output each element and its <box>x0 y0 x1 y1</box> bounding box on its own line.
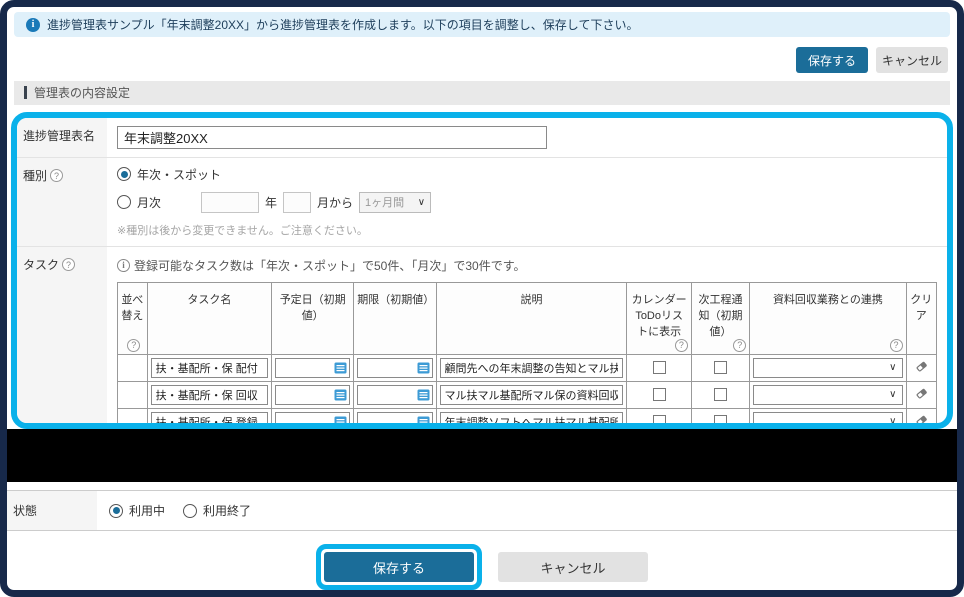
collection-link-select[interactable]: ∨ <box>753 358 902 378</box>
calendar-icon <box>334 361 347 374</box>
sort-cell[interactable] <box>118 408 148 429</box>
col-calendar-todo: カレンダーToDoリストに表示? <box>627 282 691 354</box>
page-frame: i 進捗管理表サンプル「年末調整20XX」から進捗管理表を作成します。以下の項目… <box>0 0 964 597</box>
next-process-checkbox[interactable] <box>714 388 727 401</box>
radio-annual-spot[interactable] <box>117 167 131 181</box>
description-input[interactable] <box>440 385 624 405</box>
planned-date-input[interactable] <box>275 385 350 405</box>
calendar-todo-checkbox[interactable] <box>653 415 666 428</box>
radio-ended-label: 利用終了 <box>203 502 251 519</box>
radio-active-label: 利用中 <box>129 502 165 519</box>
section-title: 管理表の内容設定 <box>34 84 130 101</box>
chevron-down-icon: ∨ <box>889 416 896 427</box>
task-table-row: ∨ <box>118 381 937 408</box>
redacted-area <box>7 429 957 482</box>
calendar-todo-checkbox[interactable] <box>653 388 666 401</box>
next-process-checkbox[interactable] <box>714 415 727 428</box>
deadline-input[interactable] <box>357 412 432 429</box>
status-row: 状態 利用中 利用終了 <box>7 490 957 531</box>
calendar-icon <box>417 388 430 401</box>
info-banner: i 進捗管理表サンプル「年末調整20XX」から進捗管理表を作成します。以下の項目… <box>14 12 950 37</box>
month-suffix: 月から <box>317 194 353 211</box>
task-label: タスク? <box>17 247 107 429</box>
save-button-highlight: 保存する <box>316 544 482 590</box>
task-table-row: ∨ <box>118 354 937 381</box>
collection-link-help-icon[interactable]: ? <box>890 339 903 352</box>
planned-date-input[interactable] <box>275 412 350 429</box>
next-process-checkbox[interactable] <box>714 361 727 374</box>
sort-cell[interactable] <box>118 381 148 408</box>
calendar-todo-checkbox[interactable] <box>653 361 666 374</box>
deadline-input[interactable] <box>357 385 432 405</box>
type-row: 種別? 年次・スポット 月次 年 月から 1ヶ月間 ∨ <box>17 158 947 247</box>
task-help-icon[interactable]: ? <box>62 258 75 271</box>
info-icon: i <box>26 18 40 32</box>
col-sort: 並べ替え? <box>118 282 148 354</box>
name-label: 進捗管理表名 <box>17 118 107 157</box>
cancel-button-top[interactable]: キャンセル <box>876 47 948 73</box>
radio-monthly-label: 月次 <box>137 194 161 211</box>
deadline-input[interactable] <box>357 358 432 378</box>
planned-date-input[interactable] <box>275 358 350 378</box>
task-table: 並べ替え? タスク名 予定日（初期値） 期限（初期値） 説明 カレンダーToDo… <box>117 282 937 429</box>
highlighted-form-area: 進捗管理表名 種別? 年次・スポット 月次 年 月か <box>11 112 953 429</box>
eraser-icon[interactable] <box>915 360 928 373</box>
year-input[interactable] <box>201 192 259 213</box>
task-name-input[interactable] <box>151 385 268 405</box>
duration-select[interactable]: 1ヶ月間 ∨ <box>359 192 431 213</box>
col-description: 説明 <box>436 282 627 354</box>
task-row: タスク? i 登録可能なタスク数は「年次・スポット」で50件、「月次」で30件で… <box>17 247 947 429</box>
col-deadline: 期限（初期値） <box>354 282 436 354</box>
section-header-bar <box>24 86 27 99</box>
cancel-button-bottom[interactable]: キャンセル <box>498 552 648 582</box>
calendar-icon <box>334 415 347 428</box>
col-planned-date: 予定日（初期値） <box>272 282 354 354</box>
calendar-icon <box>417 361 430 374</box>
col-task-name: タスク名 <box>147 282 271 354</box>
type-note: ※種別は後から変更できません。ご注意ください。 <box>117 222 937 238</box>
eraser-icon[interactable] <box>915 414 928 427</box>
type-help-icon[interactable]: ? <box>50 169 63 182</box>
radio-ended[interactable] <box>183 504 197 518</box>
task-table-row: ∨ <box>118 408 937 429</box>
management-table-name-input[interactable] <box>117 126 547 149</box>
col-clear: クリア <box>906 282 937 354</box>
task-name-input[interactable] <box>151 358 268 378</box>
task-count-info: i 登録可能なタスク数は「年次・スポット」で50件、「月次」で30件です。 <box>117 257 937 274</box>
chevron-down-icon: ∨ <box>418 197 425 208</box>
type-label: 種別? <box>17 158 107 246</box>
chevron-down-icon: ∨ <box>889 389 896 400</box>
status-label: 状態 <box>7 491 97 530</box>
section-header: 管理表の内容設定 <box>14 81 950 104</box>
info-circle-icon: i <box>117 259 130 272</box>
year-suffix: 年 <box>265 194 277 211</box>
radio-active[interactable] <box>109 504 123 518</box>
calendar-icon <box>334 388 347 401</box>
eraser-icon[interactable] <box>915 387 928 400</box>
radio-monthly[interactable] <box>117 195 131 209</box>
top-action-bar: 保存する キャンセル <box>7 47 948 73</box>
collection-link-select[interactable]: ∨ <box>753 385 902 405</box>
calendar-todo-help-icon[interactable]: ? <box>675 339 688 352</box>
col-collection-link: 資料回収業務との連携? <box>750 282 906 354</box>
description-input[interactable] <box>440 412 624 429</box>
save-button-bottom[interactable]: 保存する <box>324 552 474 582</box>
next-process-help-icon[interactable]: ? <box>733 339 746 352</box>
bottom-action-bar: 保存する キャンセル <box>7 544 957 590</box>
chevron-down-icon: ∨ <box>889 362 896 373</box>
info-banner-text: 進捗管理表サンプル「年末調整20XX」から進捗管理表を作成します。以下の項目を調… <box>47 16 638 33</box>
sort-cell[interactable] <box>118 354 148 381</box>
calendar-icon <box>417 415 430 428</box>
sort-help-icon[interactable]: ? <box>127 339 140 352</box>
task-name-input[interactable] <box>151 412 268 429</box>
task-table-header-row: 並べ替え? タスク名 予定日（初期値） 期限（初期値） 説明 カレンダーToDo… <box>118 282 937 354</box>
radio-annual-spot-label: 年次・スポット <box>137 166 221 183</box>
description-input[interactable] <box>440 358 624 378</box>
month-input[interactable] <box>283 192 311 213</box>
save-button-top[interactable]: 保存する <box>796 47 868 73</box>
col-next-process: 次工程通知（初期値）? <box>691 282 749 354</box>
name-row: 進捗管理表名 <box>17 118 947 158</box>
collection-link-select[interactable]: ∨ <box>753 412 902 429</box>
